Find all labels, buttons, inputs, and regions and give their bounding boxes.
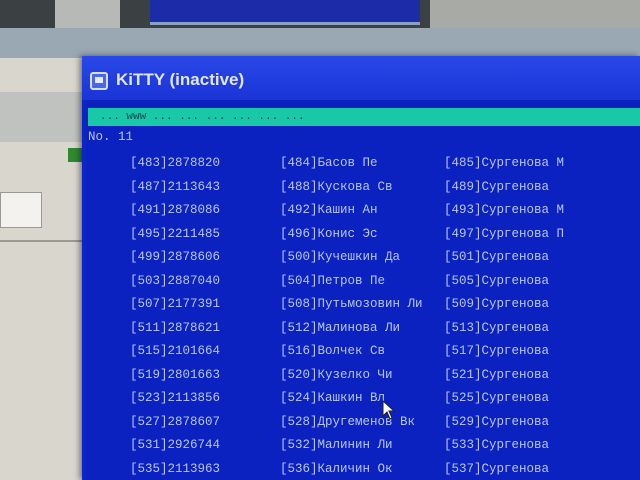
window-titlebar[interactable]: KiTTY (inactive) — [82, 56, 640, 100]
background-window-toolbar — [0, 92, 82, 142]
terminal-cell: [535]2113963 — [130, 461, 221, 476]
kitty-app-icon[interactable] — [90, 72, 108, 90]
terminal-cell: [507]2177391 — [130, 297, 221, 311]
terminal-row: [503]2887040 [504]Петров Пе [505]Сургенова — [130, 270, 604, 294]
terminal-cell: [508]Путьмозовин Ли — [280, 297, 423, 311]
terminal-row: [511]2878621 [512]Малинова Ли [513]Сургено… — [130, 317, 604, 341]
terminal-row: [491]2878086 [492]Кашин Ан [493]Сургенова … — [130, 199, 604, 223]
terminal-cell: [532]Малинин Ли — [280, 438, 393, 452]
terminal-cell: [525]Сургенова — [444, 391, 550, 405]
terminal-row: [495]2211485 [496]Конис Эс [497]Сургенова … — [130, 223, 604, 247]
terminal-row: [487]2113643 [488]Кускова Св [489]Сургенов… — [130, 176, 604, 200]
terminal-row: [519]2801663 [520]Кузелко Чи [521]Сургенов… — [130, 364, 604, 388]
terminal-cell: [485]Сургенова М — [444, 156, 565, 170]
terminal-row: [535]2113963 [536]Каличин Ок [537]Сургенов… — [130, 458, 604, 480]
background-window-titlebar — [150, 0, 420, 25]
background-window-fragment-right — [430, 0, 640, 28]
terminal-cell: [492]Кашин Ан — [280, 203, 378, 217]
terminal-cell: [488]Кускова Св — [280, 179, 393, 194]
background-green-icon — [68, 148, 82, 162]
terminal-cell: [496]Конис Эс — [280, 226, 378, 241]
terminal-cell: [495]2211485 — [130, 226, 221, 241]
terminal-cell: [509]Сургенова — [444, 297, 550, 311]
terminal-row: [523]2113856 [524]Кашкин Вл [525]Сургенова — [130, 387, 604, 411]
terminal-row: [483]2878820 [484]Басов Пе [485]Сургенова … — [130, 152, 604, 176]
terminal-cell: [500]Кучешкин Да — [280, 250, 401, 264]
terminal-cell: [517]Сургенова — [444, 344, 550, 358]
terminal-cell: [483]2878820 — [130, 156, 221, 170]
terminal-row: [531]2926744 [532]Малинин Ли [533]Сургенов… — [130, 434, 604, 458]
background-input-box[interactable] — [0, 192, 42, 228]
terminal-cell: [524]Кашкин Вл — [280, 391, 386, 405]
terminal-cell: [529]Сургенова — [444, 414, 550, 429]
terminal-cell: [533]Сургенова — [444, 438, 550, 452]
terminal-cell: [523]2113856 — [130, 391, 221, 405]
terminal-row: [507]2177391 [508]Путьмозовин Ли [509]Сург… — [130, 293, 604, 317]
terminal-area[interactable]: ... www ... ... ... ... ... ... No. 11 [… — [86, 100, 640, 480]
terminal-rows: [483]2878820 [484]Басов Пе [485]Сургенова … — [130, 152, 604, 480]
terminal-cell: [499]2878606 — [130, 250, 221, 264]
terminal-cell: [515]2101664 — [130, 344, 221, 358]
background-window-band — [0, 28, 640, 58]
terminal-prompt: No. 11 — [88, 130, 134, 144]
terminal-cell: [519]2801663 — [130, 367, 221, 382]
terminal-cell: [520]Кузелко Чи — [280, 367, 393, 382]
terminal-cell: [497]Сургенова П — [444, 226, 565, 241]
terminal-cell: [531]2926744 — [130, 438, 221, 452]
terminal-cell: [501]Сургенова — [444, 250, 550, 264]
terminal-cell: [503]2887040 — [130, 273, 221, 288]
terminal-cell: [516]Волчек Св — [280, 344, 386, 358]
terminal-cell: [493]Сургенова М — [444, 203, 565, 217]
terminal-cell: [487]2113643 — [130, 179, 221, 194]
terminal-cell: [505]Сургенова — [444, 273, 550, 288]
terminal-cell: [513]Сургенова — [444, 320, 550, 335]
terminal-cell: [484]Басов Пе — [280, 156, 378, 170]
terminal-cell: [489]Сургенова — [444, 179, 550, 194]
terminal-row: [499]2878606 [500]Кучешкин Да [501]Сургено… — [130, 246, 604, 270]
terminal-row: [527]2878607 [528]Другеменов Вк [529]Сурге… — [130, 411, 604, 435]
terminal-cell: [528]Другеменов Вк — [280, 414, 416, 429]
terminal-cell: [511]2878621 — [130, 320, 221, 335]
terminal-cell: [504]Петров Пе — [280, 273, 386, 288]
mouse-pointer-icon — [382, 399, 396, 425]
background-window-fragment — [55, 0, 120, 30]
terminal-status-line: ... www ... ... ... ... ... ... — [88, 108, 640, 126]
terminal-cell: [491]2878086 — [130, 203, 221, 217]
terminal-cell: [521]Сургенова — [444, 367, 550, 382]
window-title: KiTTY (inactive) — [116, 70, 245, 89]
terminal-cell: [537]Сургенова — [444, 461, 550, 476]
terminal-row: [515]2101664 [516]Волчек Св [517]Сургенова — [130, 340, 604, 364]
terminal-cell: [527]2878607 — [130, 414, 221, 429]
terminal-cell: [512]Малинова Ли — [280, 320, 401, 335]
background-divider — [0, 240, 82, 242]
terminal-cell: [536]Каличин Ок — [280, 461, 393, 476]
kitty-window[interactable]: KiTTY (inactive) ... www ... ... ... ...… — [82, 56, 640, 480]
